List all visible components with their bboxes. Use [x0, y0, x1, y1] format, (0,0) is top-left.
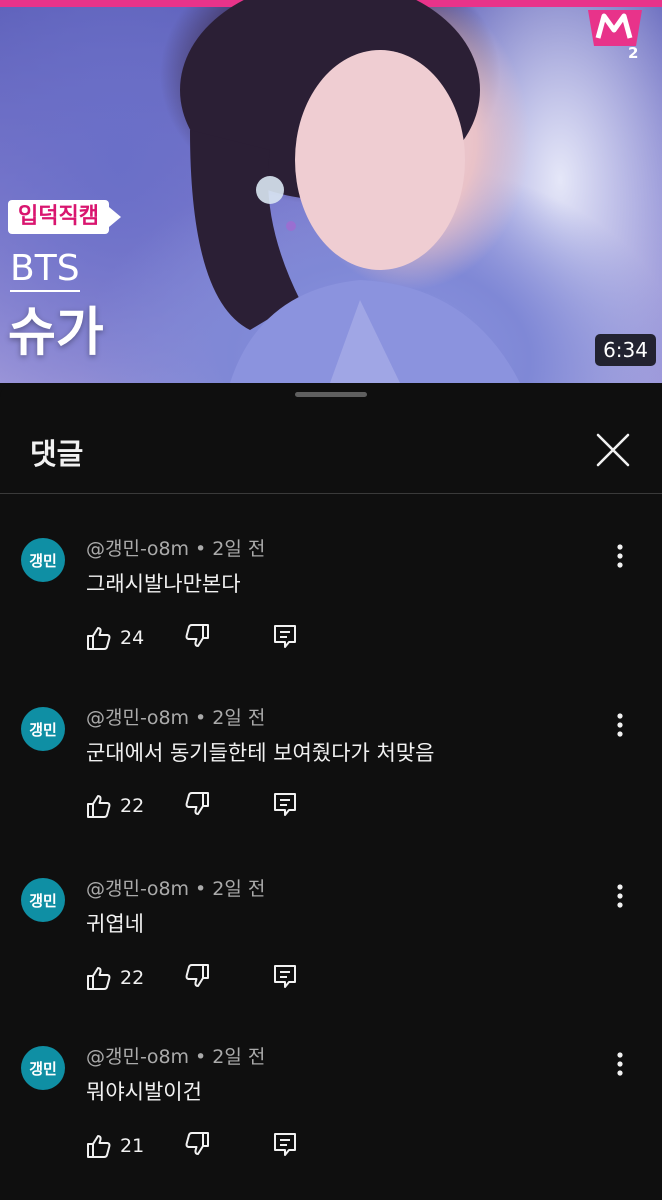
- comment-author[interactable]: @갱민-o8m: [86, 538, 189, 560]
- avatar[interactable]: 갱민: [21, 1046, 65, 1090]
- video-player[interactable]: 2 입덕직캠 BTS 슈가 6:34: [0, 0, 662, 383]
- comment-item: 갱민 @갱민-o8m • 2일 전 군대에서 동기들한테 보여줬다가 처맞음 22: [0, 697, 662, 857]
- comment-author[interactable]: @갱민-o8m: [86, 1046, 189, 1068]
- like-count: 24: [120, 627, 145, 649]
- comment-time: 2일 전: [212, 538, 266, 560]
- avatar[interactable]: 갱민: [21, 538, 65, 582]
- thumbs-up-icon: [87, 627, 111, 650]
- like-count: 22: [120, 795, 145, 817]
- more-options-button[interactable]: [606, 882, 634, 910]
- reply-button[interactable]: [272, 791, 302, 821]
- reply-icon: [274, 625, 296, 648]
- thumbs-up-icon: [87, 795, 111, 818]
- reply-icon: [274, 965, 296, 988]
- svg-text:2: 2: [628, 44, 638, 62]
- dislike-button[interactable]: [184, 791, 214, 821]
- like-button[interactable]: 21: [86, 1131, 144, 1161]
- comment-actions: 22: [86, 791, 326, 821]
- comment-actions: 24: [86, 623, 326, 653]
- comment-item: 갱민 @갱민-o8m • 2일 전 그래시발나만본다 24: [0, 528, 662, 688]
- dislike-button[interactable]: [184, 623, 214, 653]
- more-vertical-icon: [617, 544, 623, 568]
- comment-text: 뭐야시발이건: [86, 1080, 202, 1104]
- comment-time: 2일 전: [212, 878, 266, 900]
- comment-meta: @갱민-o8m • 2일 전: [86, 874, 265, 901]
- like-count: 21: [120, 1135, 145, 1157]
- like-button[interactable]: 22: [86, 963, 144, 993]
- avatar[interactable]: 갱민: [21, 878, 65, 922]
- meta-separator: •: [195, 1046, 207, 1068]
- more-options-button[interactable]: [606, 542, 634, 570]
- comment-meta: @갱민-o8m • 2일 전: [86, 534, 265, 561]
- more-vertical-icon: [617, 713, 623, 737]
- comment-item: 갱민 @갱민-o8m • 2일 전 뭐야시발이건 21: [0, 1036, 662, 1196]
- dislike-button[interactable]: [184, 1131, 214, 1161]
- comment-text: 그래시발나만본다: [86, 572, 241, 596]
- comment-time: 2일 전: [212, 707, 266, 729]
- comment-time: 2일 전: [212, 1046, 266, 1068]
- comment-meta: @갱민-o8m • 2일 전: [86, 1042, 265, 1069]
- thumbs-down-icon: [185, 792, 209, 815]
- reply-button[interactable]: [272, 623, 302, 653]
- close-icon: [596, 433, 630, 467]
- like-button[interactable]: 24: [86, 623, 144, 653]
- like-button[interactable]: 22: [86, 791, 144, 821]
- reply-button[interactable]: [272, 963, 302, 993]
- meta-separator: •: [195, 538, 207, 560]
- like-count: 22: [120, 967, 145, 989]
- comment-text: 귀엽네: [86, 912, 144, 936]
- thumbs-up-icon: [87, 967, 111, 990]
- reply-icon: [274, 1133, 296, 1156]
- avatar-label: 갱민: [29, 551, 57, 570]
- header-divider: [0, 493, 662, 494]
- avatar-label: 갱민: [29, 1059, 57, 1078]
- reply-button[interactable]: [272, 1131, 302, 1161]
- comment-item: 갱민 @갱민-o8m • 2일 전 귀엽네 22: [0, 868, 662, 1028]
- comments-title: 댓글: [30, 437, 84, 471]
- meta-separator: •: [195, 707, 207, 729]
- thumbs-down-icon: [185, 964, 209, 987]
- avatar[interactable]: 갱민: [21, 707, 65, 751]
- avatar-label: 갱민: [29, 891, 57, 910]
- comment-actions: 21: [86, 1131, 326, 1161]
- comment-text: 군대에서 동기들한테 보여줬다가 처맞음: [86, 741, 435, 765]
- more-options-button[interactable]: [606, 1050, 634, 1078]
- more-vertical-icon: [617, 884, 623, 908]
- member-name: 슈가: [8, 303, 104, 363]
- more-options-button[interactable]: [606, 711, 634, 739]
- artist-name: BTS: [10, 248, 80, 292]
- comment-author[interactable]: @갱민-o8m: [86, 707, 189, 729]
- reply-icon: [274, 793, 296, 816]
- avatar-label: 갱민: [29, 720, 57, 739]
- channel-logo: 2: [584, 6, 646, 62]
- video-duration: 6:34: [595, 334, 656, 366]
- comment-actions: 22: [86, 963, 326, 993]
- thumbs-down-icon: [185, 624, 209, 647]
- fancam-badge: 입덕직캠: [8, 200, 121, 234]
- close-button[interactable]: [594, 431, 632, 469]
- thumbs-up-icon: [87, 1135, 111, 1158]
- drag-handle[interactable]: [295, 392, 367, 397]
- comment-meta: @갱민-o8m • 2일 전: [86, 703, 265, 730]
- more-vertical-icon: [617, 1052, 623, 1076]
- dislike-button[interactable]: [184, 963, 214, 993]
- meta-separator: •: [195, 878, 207, 900]
- thumbs-down-icon: [185, 1132, 209, 1155]
- comment-author[interactable]: @갱민-o8m: [86, 878, 189, 900]
